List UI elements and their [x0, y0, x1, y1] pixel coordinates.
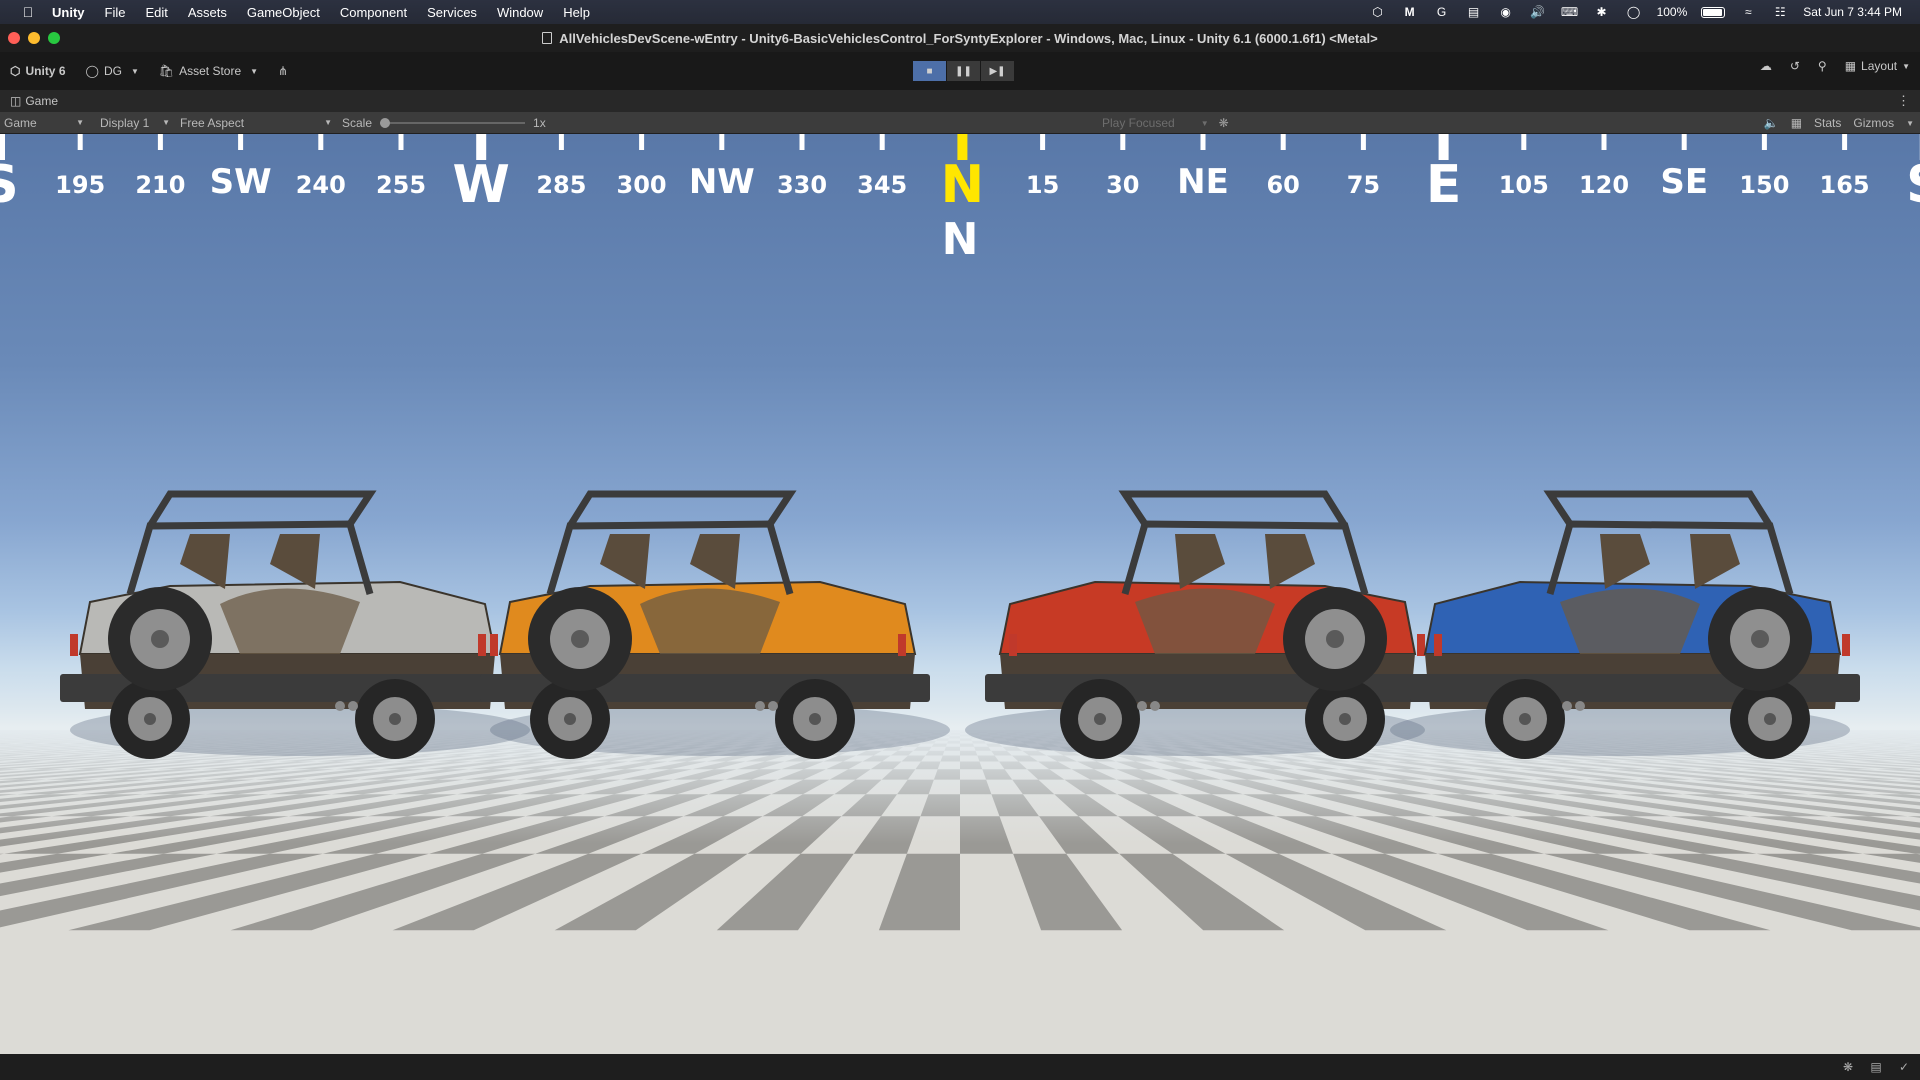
- account-label: DG: [103, 64, 122, 78]
- play-mode-dropdown[interactable]: Play Focused ▼ ❋: [1102, 112, 1229, 134]
- asset-store-dropdown[interactable]: 🛍 Asset Store ▼: [149, 59, 268, 83]
- menu-file[interactable]: File: [95, 5, 136, 20]
- grammarly-icon[interactable]: G: [1433, 5, 1451, 19]
- menu-assets[interactable]: Assets: [178, 5, 237, 20]
- chevron-down-icon: ▼: [250, 66, 259, 76]
- menu-bar-tray: ⬡ M G ▤ ◉ 🔊 ⌨ ✱ ◯ 100% ≈ ☷ Sat Jun 7 3:4…: [1369, 5, 1920, 19]
- step-button[interactable]: ▶❚: [981, 61, 1014, 81]
- window-title: AllVehiclesDevScene-wEntry - Unity6-Basi…: [559, 30, 1378, 46]
- cloud-icon[interactable]: ☁: [1760, 59, 1772, 73]
- stats-button[interactable]: Stats: [1814, 116, 1841, 130]
- audio-mute-icon[interactable]: 🔈: [1764, 116, 1779, 130]
- menu-help[interactable]: Help: [553, 5, 600, 20]
- unity-version-label: Unity 6: [25, 64, 66, 78]
- battery-fill: [1703, 8, 1723, 16]
- menu-bar-clock[interactable]: Sat Jun 7 3:44 PM: [1803, 5, 1902, 19]
- display-label: Display 1: [100, 115, 150, 130]
- keyboard-icon[interactable]: ⌨: [1561, 5, 1579, 19]
- bug-icon[interactable]: ❋: [1219, 116, 1229, 130]
- display-dropdown[interactable]: Display 1 ▼: [96, 112, 174, 134]
- version-control-button[interactable]: ⋔: [268, 59, 298, 83]
- tab-game-label: Game: [25, 94, 59, 108]
- play-controls: ■ ❚❚ ▶❚: [913, 61, 1014, 81]
- battery-percent: 100%: [1656, 5, 1688, 19]
- close-window-button[interactable]: [8, 32, 20, 44]
- aspect-dropdown[interactable]: Free Aspect ▼: [176, 112, 336, 134]
- window-title-bar: AllVehiclesDevScene-wEntry - Unity6-Basi…: [0, 24, 1920, 52]
- chevron-down-icon: ▼: [1200, 118, 1209, 128]
- unity-logo-icon: ⬡: [10, 64, 21, 78]
- document-icon: [542, 32, 553, 44]
- game-view-right-controls: 🔈 ▦ Stats Gizmos ▼: [1764, 112, 1914, 134]
- battery-icon[interactable]: [1701, 6, 1726, 18]
- window-controls: [8, 32, 60, 44]
- gamepad-icon: ◫: [10, 94, 22, 108]
- play-mode-label: Play Focused: [1102, 116, 1175, 130]
- history-icon[interactable]: ↺: [1790, 59, 1800, 73]
- pause-icon: ❚❚: [955, 65, 972, 77]
- menu-services[interactable]: Services: [417, 5, 487, 20]
- game-viewport[interactable]: S195210SW240255W285300NW330345N1530NE607…: [0, 134, 1920, 1054]
- step-icon: ▶❚: [989, 65, 1006, 77]
- toolbar-right: ☁ ↺ ⚲ ▦ Layout ▼: [1760, 59, 1910, 73]
- bluetooth-icon[interactable]: ✱: [1593, 5, 1611, 19]
- chevron-down-icon: ▼: [76, 118, 84, 127]
- maximize-window-button[interactable]: [48, 32, 60, 44]
- wifi-off-icon[interactable]: ≈: [1739, 5, 1757, 19]
- gizmos-button[interactable]: Gizmos: [1853, 116, 1894, 130]
- scale-label: Scale: [342, 115, 373, 130]
- macos-menu-bar:  Unity File Edit Assets GameObject Comp…: [0, 0, 1920, 24]
- more-options-icon[interactable]: ⋮: [1897, 93, 1920, 109]
- chevron-down-icon: ▼: [1902, 61, 1910, 71]
- view-mode-label: Game: [4, 115, 37, 130]
- screen:  Unity File Edit Assets GameObject Comp…: [0, 0, 1920, 1080]
- scale-slider[interactable]: [380, 117, 526, 128]
- layout-label: Layout: [1861, 59, 1898, 73]
- menu-app[interactable]: Unity: [42, 5, 95, 20]
- unity-hub-icon[interactable]: ⬡: [1369, 5, 1387, 19]
- scale-value: 1x: [533, 115, 546, 130]
- layout-icon: ▦: [1844, 59, 1857, 73]
- shortcuts-icon[interactable]: ▦: [1791, 116, 1802, 130]
- chevron-down-icon[interactable]: ▼: [1906, 119, 1914, 128]
- view-mode-dropdown[interactable]: Game ▼: [0, 112, 88, 134]
- scale-slider-handle[interactable]: [380, 117, 391, 128]
- chevron-down-icon: ▼: [130, 66, 139, 76]
- menu-edit[interactable]: Edit: [135, 5, 177, 20]
- docker-icon[interactable]: ▤: [1465, 5, 1483, 19]
- game-tab-bar: ◫ Game ⋮: [0, 90, 1920, 112]
- chevron-down-icon: ▼: [162, 118, 170, 127]
- vpn-icon[interactable]: ◉: [1497, 5, 1515, 19]
- layout-dropdown[interactable]: ▦ Layout ▼: [1845, 59, 1910, 73]
- menu-gameobject[interactable]: GameObject: [237, 5, 330, 20]
- unity-toolbar: ⬡ Unity 6 ◯ DG ▼ 🛍 Asset Store ▼ ⋔ ■ ❚❚ …: [0, 52, 1920, 90]
- menu-window[interactable]: Window: [487, 5, 553, 20]
- version-control-icon: ⋔: [278, 64, 289, 78]
- chevron-down-icon: ▼: [324, 118, 332, 127]
- control-center-icon[interactable]: ☷: [1771, 5, 1789, 19]
- tab-game[interactable]: ◫ Game: [0, 94, 68, 108]
- play-button[interactable]: ■: [913, 61, 946, 81]
- unity-version-button[interactable]: ⬡ Unity 6: [0, 59, 76, 83]
- user-icon[interactable]: ◯: [1625, 5, 1643, 19]
- scale-control: Scale 1x: [342, 116, 546, 130]
- asset-store-label: Asset Store: [179, 64, 242, 78]
- game-view-controls: Game ▼ Display 1 ▼ Free Aspect ▼ Scale 1…: [0, 112, 1920, 134]
- malwarebytes-icon[interactable]: M: [1401, 5, 1419, 19]
- aspect-label: Free Aspect: [180, 115, 245, 130]
- menu-component[interactable]: Component: [330, 5, 417, 20]
- apple-menu-icon[interactable]: : [14, 4, 42, 20]
- account-dropdown[interactable]: ◯ DG ▼: [76, 59, 149, 83]
- search-icon[interactable]: ⚲: [1818, 59, 1827, 73]
- account-icon: ◯: [85, 64, 99, 78]
- pause-button[interactable]: ❚❚: [947, 61, 980, 81]
- stop-icon: ■: [926, 65, 933, 77]
- minimize-window-button[interactable]: [28, 32, 40, 44]
- volume-icon[interactable]: 🔊: [1529, 5, 1547, 19]
- shopping-bag-icon: 🛍: [158, 64, 175, 78]
